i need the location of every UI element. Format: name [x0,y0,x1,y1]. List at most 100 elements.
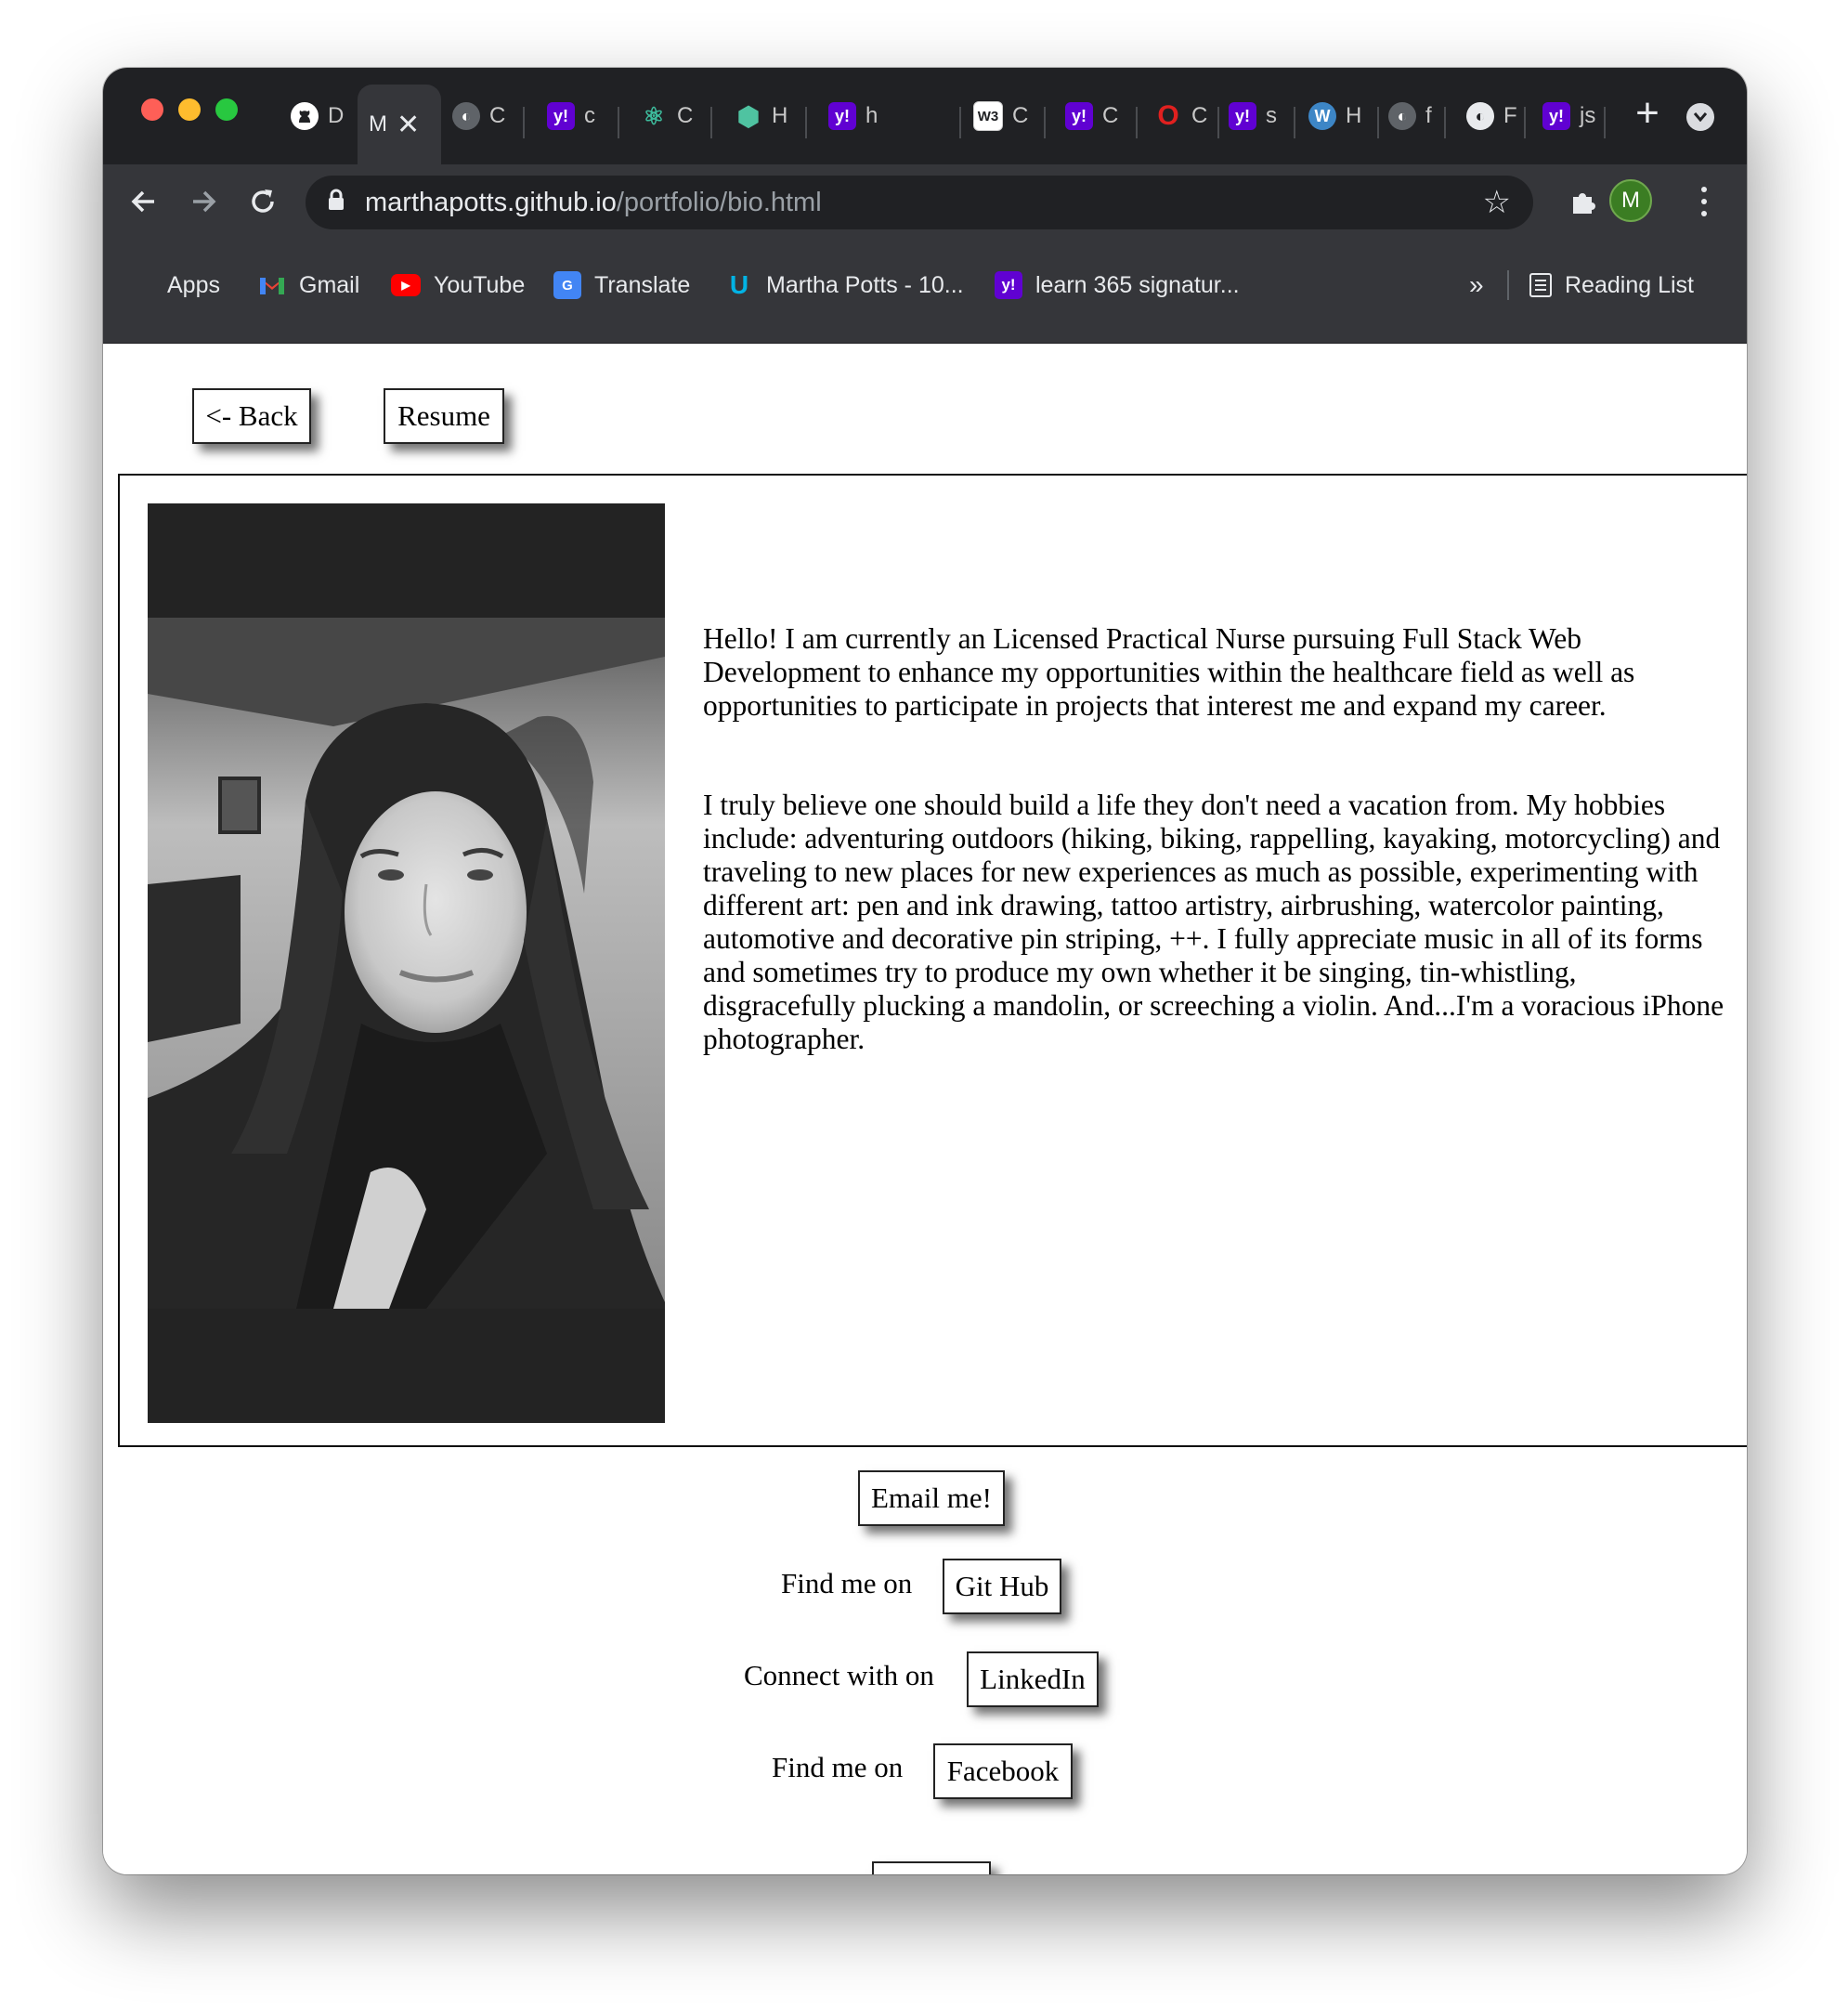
reading-list-button[interactable]: Reading List [1529,267,1694,304]
url-host: marthapotts.github.io [365,187,617,217]
facebook-button-label: Facebook [946,1755,1060,1787]
tab-active[interactable]: M ✕ [358,85,441,164]
tab-label: H [772,103,788,128]
bookmark-gmail[interactable]: Gmail [258,267,359,304]
tab-label: D [328,103,345,128]
tab-label: C [489,103,506,128]
github-button[interactable]: Git Hub [943,1559,1061,1614]
globe-icon: ◐ [1388,102,1416,130]
tab-opera[interactable]: O C [1143,86,1218,146]
back-arrow-icon[interactable] [122,179,166,224]
tab-react[interactable]: ⚛ C [629,86,704,146]
bookmarks-overflow-button[interactable]: » [1469,267,1484,304]
tab-label: js [1580,103,1596,128]
tab-label: C [1191,103,1208,128]
bookmark-label: Translate [594,271,691,298]
minimize-window-button[interactable] [178,98,201,121]
yahoo-icon: y! [995,271,1022,299]
address-bar[interactable]: marthapotts.github.io/portfolio/bio.html… [306,176,1533,229]
globe-icon: ◐ [1466,102,1494,130]
globe-icon: ◐ [452,102,480,130]
bookmark-star-icon[interactable]: ☆ [1483,185,1511,220]
profile-initial: M [1621,188,1640,213]
tab-label: F [1503,103,1517,128]
reading-list-icon [1529,273,1552,297]
facebook-prefix-text: Find me on [772,1751,904,1783]
profile-photo [148,503,665,1423]
tab-globe[interactable]: ◐ C [441,86,516,146]
page-content: <- Back Resume Hello! I am currently an … [103,344,1747,1874]
bookmark-label: Apps [167,271,220,298]
tab-close-icon[interactable]: ✕ [397,109,420,141]
tab-search-icon[interactable] [1686,103,1714,131]
tab-label: h [865,103,878,128]
translate-icon: G [553,271,581,299]
forward-arrow-icon[interactable] [181,179,226,224]
new-tab-icon[interactable]: + [1626,92,1669,135]
resume-button[interactable]: Resume [384,388,504,444]
tab-label: C [1012,103,1029,128]
zoom-window-button[interactable] [215,98,238,121]
email-me-label: Email me! [871,1481,992,1514]
resume-button-label: Resume [397,399,490,432]
tab-github[interactable]: D [280,86,355,146]
bookmark-youtube[interactable]: ▶ YouTube [391,267,525,304]
tab-label: H [1346,103,1362,128]
tab-wordpress[interactable]: W H [1297,86,1373,146]
tab-yahoo-4[interactable]: y! s [1217,86,1288,146]
tab-label: C [677,103,694,128]
tab-yahoo-3[interactable]: y! C [1054,86,1129,146]
bookmark-udacity[interactable]: U Martha Potts - 10... [725,267,964,304]
reload-icon[interactable] [241,179,285,224]
bookmark-label: learn 365 signatur... [1035,271,1240,298]
bookmark-label: YouTube [434,271,526,298]
github-prefix-text: Find me on [781,1567,913,1599]
partial-button[interactable] [872,1861,991,1874]
tab-globe-2[interactable]: ◐ f [1377,86,1443,146]
yahoo-icon: y! [1542,102,1570,130]
menu-kebab-icon[interactable] [1695,183,1713,220]
bookmark-label: Martha Potts - 10... [766,271,964,298]
github-icon [291,102,319,130]
bio-section: Hello! I am currently an Licensed Practi… [118,474,1747,1447]
wordpress-icon: W [1308,102,1336,130]
github-button-label: Git Hub [955,1570,1049,1602]
email-me-button[interactable]: Email me! [858,1470,1005,1526]
tab-label: C [1102,103,1119,128]
w3schools-icon: W3 [973,101,1003,131]
bookmark-apps[interactable]: Apps [129,267,220,304]
tab-yahoo-5[interactable]: y! js [1531,86,1607,146]
udacity-icon: U [729,270,749,299]
tab-globe-3[interactable]: ◐ F [1455,86,1529,146]
close-window-button[interactable] [141,98,163,121]
tab-yahoo-2[interactable]: y! h [787,86,889,146]
lock-icon[interactable] [328,188,345,218]
tab-w3schools[interactable]: W3 C [962,86,1039,146]
tab-label: f [1425,103,1432,128]
bio-text: Hello! I am currently an Licensed Practi… [703,622,1734,1122]
linkedin-button[interactable]: LinkedIn [967,1651,1099,1707]
reading-list-label: Reading List [1565,271,1694,298]
bookmark-yahoo[interactable]: y! learn 365 signatur... [995,267,1240,304]
back-button[interactable]: <- Back [192,388,311,444]
facebook-button[interactable]: Facebook [933,1743,1073,1799]
linkedin-prefix-text: Connect with on [744,1659,934,1691]
linkedin-button-label: LinkedIn [980,1663,1086,1695]
react-icon: ⚛ [643,101,665,130]
tab-label: c [584,103,595,128]
gmail-icon [258,271,286,299]
tab-label: s [1266,103,1277,128]
tab-label: M [369,111,387,137]
toolbar: marthapotts.github.io/portfolio/bio.html… [103,164,1747,239]
youtube-icon: ▶ [391,274,421,296]
bio-paragraph-hobbies: I truly believe one should build a life … [703,789,1724,1055]
apps-grid-icon [129,273,154,298]
extensions-puzzle-icon[interactable] [1561,179,1606,224]
overflow-label: » [1469,270,1484,299]
tab-yahoo[interactable]: y! c [536,86,606,146]
bookmark-translate[interactable]: G Translate [553,267,690,304]
profile-avatar[interactable]: M [1609,179,1652,222]
yahoo-icon: y! [828,102,856,130]
hex-icon: ⬢ [736,101,761,131]
url-path: /portfolio/bio.html [616,187,822,217]
